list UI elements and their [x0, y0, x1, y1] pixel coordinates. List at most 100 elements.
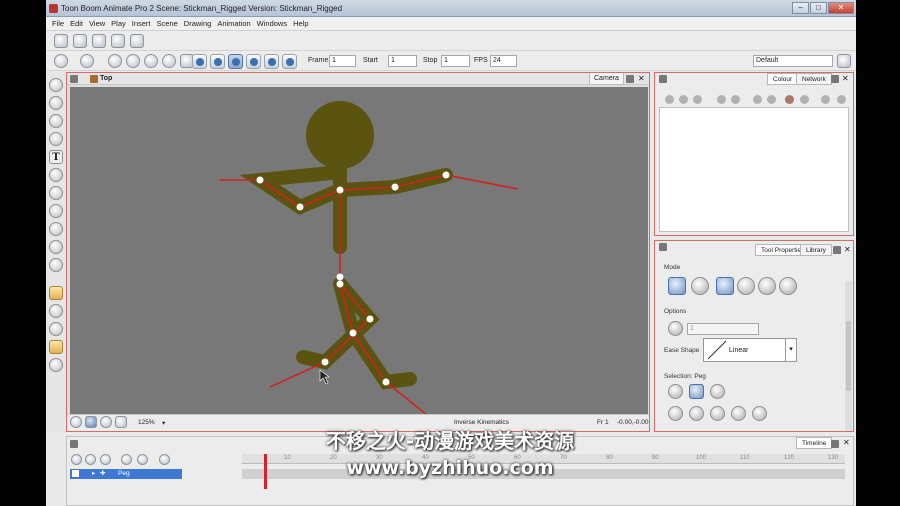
joint[interactable] [366, 315, 374, 323]
tab-library[interactable]: Library [800, 244, 832, 256]
select-child-icon[interactable] [710, 384, 725, 399]
menu-play[interactable]: Play [108, 17, 129, 30]
maximize-button[interactable]: □ [810, 2, 827, 14]
pencil-tool-icon[interactable] [49, 132, 63, 146]
close-panel-icon[interactable]: ✕ [843, 438, 850, 447]
joint[interactable] [336, 186, 344, 194]
panel-options-icon[interactable] [831, 75, 839, 83]
panel-menu-icon[interactable] [70, 440, 78, 448]
ik-mode-rotate-icon[interactable] [779, 277, 797, 295]
chevron-down-icon[interactable]: ▾ [785, 339, 796, 361]
panel-options-icon[interactable] [833, 246, 841, 254]
hand-tool-icon[interactable] [49, 240, 63, 254]
add-peg-icon[interactable] [100, 454, 111, 465]
text-tool-icon[interactable]: T [49, 150, 63, 164]
light-table-icon[interactable] [126, 54, 140, 68]
expand-icon[interactable]: ▸ [92, 469, 95, 477]
remove-colour-icon[interactable] [679, 95, 688, 104]
workspace-select[interactable]: Default [753, 55, 833, 67]
first-frame-icon[interactable] [264, 54, 279, 69]
palette-import-icon[interactable] [800, 95, 809, 104]
texture-icon[interactable] [767, 95, 776, 104]
rotate-ccw-icon[interactable] [710, 406, 725, 421]
onion-skin-icon[interactable] [108, 54, 122, 68]
morph-tool-icon[interactable] [49, 358, 63, 372]
ik-mode-max-angle-icon[interactable] [716, 277, 734, 295]
menu-drawing[interactable]: Drawing [181, 17, 215, 30]
menu-file[interactable]: File [49, 17, 67, 30]
add-drawing-layer-icon[interactable] [85, 454, 96, 465]
ik-mode-translate-icon[interactable] [758, 277, 776, 295]
panel-menu-icon[interactable] [659, 75, 667, 83]
transform-tool-icon[interactable] [49, 304, 63, 318]
menu-help[interactable]: Help [290, 17, 311, 30]
onion-skin-view-icon[interactable] [100, 416, 112, 428]
select-peg-icon[interactable] [668, 384, 683, 399]
tab-timeline[interactable]: Timeline [796, 437, 833, 449]
palette-options-icon[interactable] [821, 95, 830, 104]
panel-options-icon[interactable] [831, 440, 839, 448]
print-icon[interactable] [111, 34, 125, 48]
undo-icon[interactable] [54, 54, 68, 68]
palette-list-icon[interactable] [731, 95, 740, 104]
rotate-cw-icon[interactable] [731, 406, 746, 421]
ik-mode-min-angle-icon[interactable] [691, 277, 709, 295]
ik-mode-select-icon[interactable] [668, 277, 686, 295]
flip-vertical-icon[interactable] [689, 406, 704, 421]
safe-area-icon[interactable] [115, 416, 127, 428]
render-icon[interactable] [162, 54, 176, 68]
open-scene-icon[interactable] [73, 34, 87, 48]
sound-scrub-icon[interactable] [246, 54, 261, 69]
menu-windows[interactable]: Windows [254, 17, 290, 30]
joint[interactable] [336, 273, 344, 281]
last-frame-icon[interactable] [282, 54, 297, 69]
tab-network[interactable]: Network [796, 73, 832, 85]
close-view-icon[interactable]: ✕ [638, 74, 645, 83]
ik-mode-hold-icon[interactable] [737, 277, 755, 295]
joint[interactable] [382, 378, 390, 386]
rotate-tool-icon[interactable] [49, 322, 63, 336]
ease-options-icon[interactable] [668, 321, 683, 336]
swatch-mode-icon[interactable] [753, 95, 762, 104]
contour-editor-icon[interactable] [49, 96, 63, 110]
playhead[interactable] [264, 454, 267, 489]
close-button[interactable]: ✕ [828, 2, 854, 14]
fps-field[interactable]: 24 [490, 55, 517, 67]
reset-transform-icon[interactable] [752, 406, 767, 421]
zoom-tool-icon[interactable] [49, 258, 63, 272]
import-icon[interactable] [130, 34, 144, 48]
eraser-tool-icon[interactable] [49, 204, 63, 218]
reset-view-icon[interactable] [70, 416, 82, 428]
inverse-kinematics-tool-icon[interactable] [49, 286, 63, 300]
menu-edit[interactable]: Edit [67, 17, 86, 30]
frame-field[interactable]: 1 [329, 55, 356, 67]
add-colour-icon[interactable] [665, 95, 674, 104]
joint[interactable] [256, 176, 264, 184]
tab-camera[interactable]: Camera [589, 73, 624, 85]
show-grid-icon[interactable] [85, 416, 97, 428]
select-parent-icon[interactable] [689, 384, 704, 399]
tab-colour[interactable]: Colour [767, 73, 799, 85]
sound-icon[interactable] [228, 54, 243, 69]
colour-swatch-list[interactable] [659, 107, 849, 232]
menu-insert[interactable]: Insert [129, 17, 154, 30]
select-tool-icon[interactable] [49, 78, 63, 92]
menu-view[interactable]: View [86, 17, 108, 30]
show-all-icon[interactable] [159, 454, 170, 465]
bone-tool-icon[interactable] [49, 340, 63, 354]
brush-tool-icon[interactable] [49, 114, 63, 128]
joint[interactable] [391, 183, 399, 191]
close-panel-icon[interactable]: ✕ [844, 245, 851, 254]
panel-scrollbar[interactable] [845, 281, 852, 431]
panel-menu-icon[interactable] [659, 243, 667, 251]
options-field[interactable]: 1 [687, 323, 759, 335]
zoom-level[interactable]: 125% [138, 419, 155, 426]
drawing-canvas[interactable] [70, 87, 648, 428]
delete-layer-icon[interactable] [121, 454, 132, 465]
flip-horizontal-icon[interactable] [668, 406, 683, 421]
start-field[interactable]: 1 [388, 55, 417, 67]
joint[interactable] [349, 329, 357, 337]
menu-animation[interactable]: Animation [214, 17, 253, 30]
joint[interactable] [296, 203, 304, 211]
add-palette-icon[interactable] [837, 95, 846, 104]
